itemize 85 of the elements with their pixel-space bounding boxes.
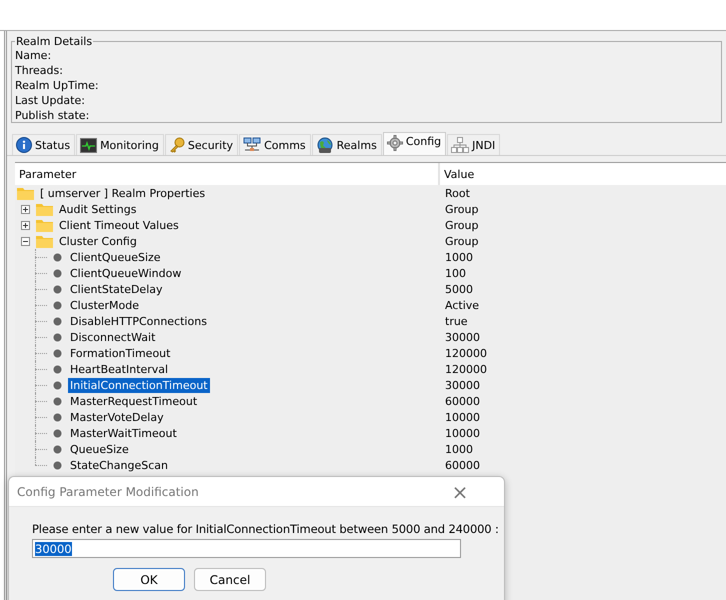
hierarchy-icon [451,137,470,153]
group-title: Realm Details [15,35,94,48]
value-cell-text: 120000 [444,362,487,376]
tab[interactable]: Security [164,134,238,155]
dot-icon [53,412,62,422]
dot-icon [53,380,62,390]
value-cell-text: true [444,314,468,328]
tab[interactable]: Config [382,132,446,155]
info-icon [16,137,32,153]
collapse-icon[interactable] [21,236,30,246]
dot-icon [53,428,62,438]
tree-item[interactable]: ClientStateDelay [68,282,165,296]
field-label: Publish state: [15,108,90,123]
value-cell-text: Root [444,186,470,200]
tab[interactable]: Status [12,134,76,155]
tree-item[interactable]: Audit Settings [57,202,138,216]
folder-icon [36,202,53,216]
tree-item[interactable]: MasterRequestTimeout [68,394,200,408]
dot-icon [53,300,62,310]
dialog-title: Config Parameter Modification [17,484,199,498]
dot-icon [53,396,62,406]
tree-item[interactable]: Client Timeout Values [57,218,181,232]
value-cell-text: 120000 [444,346,487,360]
tree-item[interactable]: MasterVoteDelay [68,410,166,424]
value-cell-text: 10000 [444,410,480,424]
dot-icon [53,268,62,278]
prompt-message: Please enter a new value for InitialConnectionTimeout between 5000 and 240000 : [32,522,499,536]
tree-item[interactable]: HeartBeatInterval [68,362,170,376]
field-label: Last Update: [15,93,86,108]
tree-item[interactable]: StateChangeScan [68,458,170,472]
column-header[interactable]: Parameter [15,163,440,185]
tree-item[interactable]: DisableHTTPConnections [68,314,209,328]
value-cell-text: 5000 [444,282,473,296]
value-cell-text: 100 [444,266,466,280]
dot-icon [53,284,62,294]
network-icon [243,137,262,153]
expand-icon[interactable] [21,220,30,230]
tree-item[interactable]: MasterWaitTimeout [68,426,179,440]
column-header[interactable]: Value [440,163,474,185]
close-button[interactable]: × [424,480,496,503]
folder-icon [36,234,53,248]
tree-item[interactable]: [ umserver ] Realm Properties [38,186,208,200]
globe-icon [316,136,334,154]
value-cell-text: Group [444,202,478,216]
dot-icon [53,316,62,326]
value-cell-text: 1000 [444,250,473,264]
tree-item[interactable]: QueueSize [68,442,131,456]
tree-item[interactable]: ClientQueueWindow [68,266,184,280]
value-cell-text: 30000 [444,378,480,392]
tree-item[interactable]: ClientQueueSize [68,250,163,264]
tree-item[interactable]: InitialConnectionTimeout [68,378,210,392]
dot-icon [53,460,62,470]
tree-item[interactable]: ClusterMode [68,298,142,312]
value-cell-text: 60000 [444,458,480,472]
field-label: Threads: [15,63,64,78]
value-cell-text: Active [444,298,480,312]
value-cell-text: Group [444,218,478,232]
monitor-icon [80,138,98,152]
dot-icon [53,252,62,262]
field-label: Realm UpTime: [15,78,100,93]
value-cell-text: 10000 [444,426,480,440]
value-cell-text: 30000 [444,330,480,344]
tree-item[interactable]: FormationTimeout [68,346,172,360]
tree-item[interactable]: DisconnectWait [68,330,158,344]
value-cell-text: 60000 [444,394,480,408]
dot-icon [53,332,62,342]
folder-icon [36,218,53,232]
gear-icon [386,135,403,151]
expand-icon[interactable] [21,204,30,214]
value-cell-text: 1000 [444,442,473,456]
value-cell-text: Group [444,234,478,248]
dot-icon [53,364,62,374]
tab[interactable]: JNDI [447,134,500,155]
value-field[interactable]: 30000 [32,539,461,558]
field-label: Name: [15,48,52,63]
dialog-button[interactable]: OK [113,568,185,591]
tab[interactable]: Monitoring [76,134,164,155]
dot-icon [53,444,62,454]
tab[interactable]: Realms [312,134,382,155]
dialog-button[interactable]: Cancel [194,568,266,591]
key-icon [168,137,185,153]
tab[interactable]: Comms [239,134,311,155]
tree-item[interactable]: Cluster Config [57,234,139,248]
folder-icon [17,186,34,200]
dot-icon [53,348,62,358]
